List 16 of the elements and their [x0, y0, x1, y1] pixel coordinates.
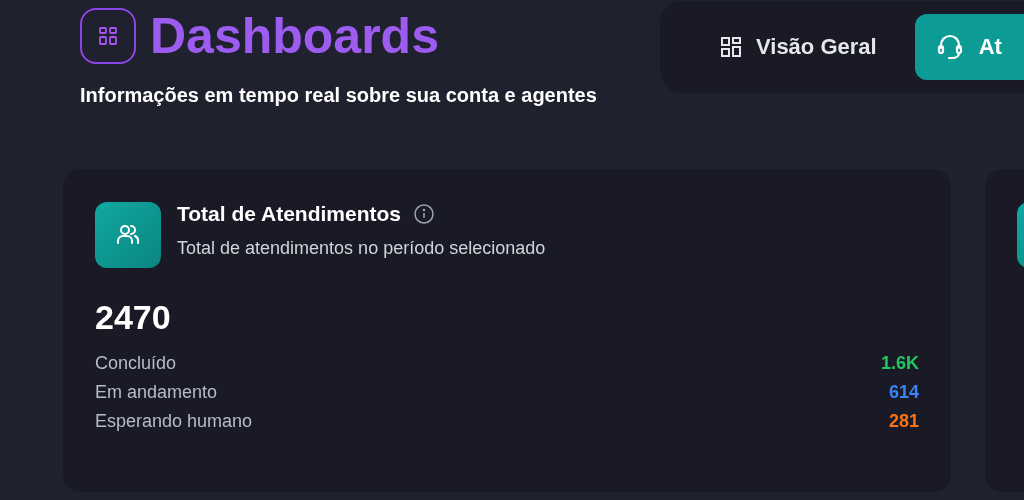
stat-value: 1.6K	[880, 353, 919, 374]
grid-icon	[720, 36, 742, 58]
card-description: Total de atendimentos no período selecionado	[177, 238, 546, 259]
tab[interactable]: Visão Geral	[700, 14, 897, 80]
total-value: 2470	[94, 298, 172, 337]
users-icon	[95, 202, 161, 268]
stat-label: Concluído	[95, 353, 177, 374]
dashboard-icon	[80, 8, 136, 64]
stat-label: Esperando humano	[95, 411, 253, 432]
stat-value: 614	[888, 382, 919, 403]
stat-value: 281	[888, 411, 919, 432]
info-icon[interactable]	[413, 203, 435, 225]
page-subtitle: Informações em tempo real sobre sua conta e agentes	[80, 84, 598, 107]
page-title: Dashboards	[150, 7, 439, 66]
card-title: Total de Atendimentos	[177, 202, 401, 226]
stat-label: Em andamento	[95, 382, 218, 403]
